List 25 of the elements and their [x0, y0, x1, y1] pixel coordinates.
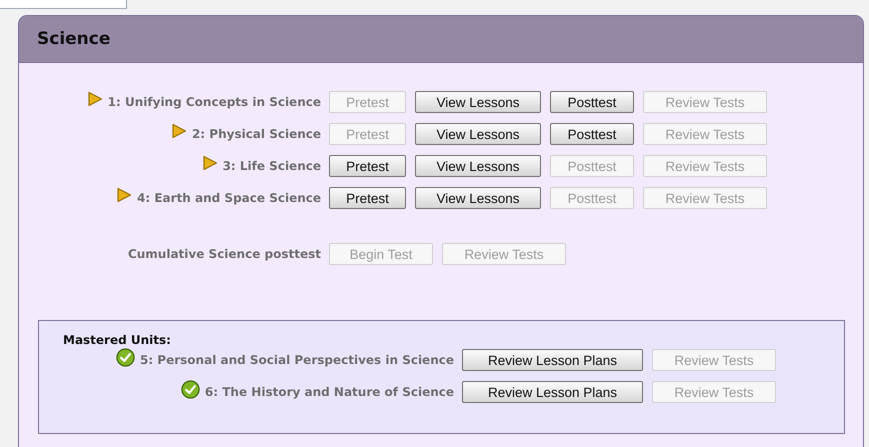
panel-title: Science — [37, 29, 110, 49]
play-icon — [170, 123, 187, 139]
check-icon — [180, 380, 200, 398]
unit-label: 1: Unifying Concepts in Science — [108, 95, 321, 109]
cumulative-label: Cumulative Science posttest — [128, 247, 321, 261]
unit-label: 2: Physical Science — [192, 127, 321, 141]
play-icon — [86, 91, 103, 107]
unit-button[interactable]: Pretest — [329, 155, 406, 177]
unit-button[interactable]: Posttest — [550, 91, 634, 113]
unit-button[interactable]: View Lessons — [415, 91, 541, 113]
unit-label: 3: Life Science — [222, 159, 321, 173]
play-icon — [202, 155, 218, 171]
unit-button[interactable]: View Lessons — [415, 123, 541, 145]
unit-label: 4: Earth and Space Science — [137, 191, 321, 205]
check-icon — [116, 348, 135, 366]
play-icon — [116, 187, 132, 203]
unit-button[interactable]: Pretest — [329, 187, 406, 209]
unit-button[interactable]: Posttest — [550, 123, 634, 145]
mastered-heading: Mastered Units: — [63, 333, 171, 347]
unit-button[interactable]: View Lessons — [415, 155, 541, 177]
unit-button[interactable]: View Lessons — [415, 187, 541, 209]
unit-button[interactable]: Review Lesson Plans — [462, 349, 643, 371]
unit-label: 5: Personal and Social Perspectives in Science — [140, 353, 454, 367]
unit-button[interactable]: Review Lesson Plans — [462, 381, 643, 403]
unit-label: 6: The History and Nature of Science — [204, 385, 454, 399]
